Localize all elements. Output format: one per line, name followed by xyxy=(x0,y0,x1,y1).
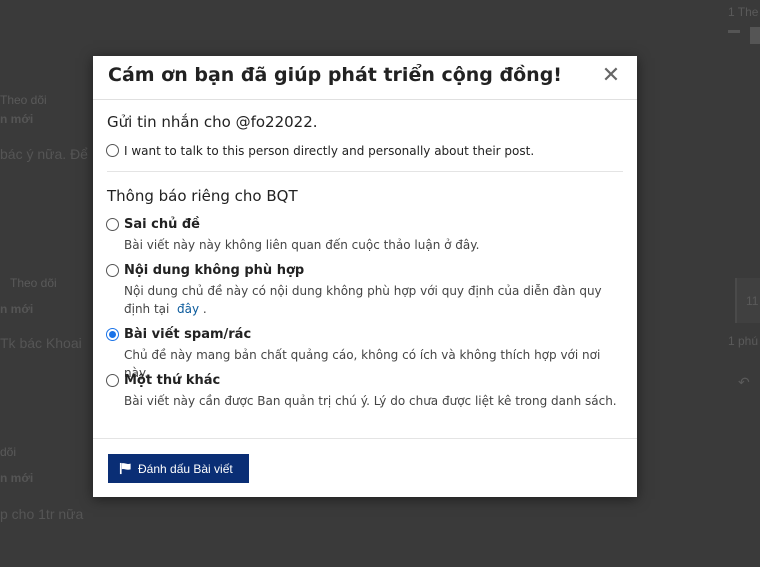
bg-side-text: 1 The xyxy=(728,5,759,19)
option-description: Nội dung chủ đề này có nội dung không ph… xyxy=(124,282,624,318)
option-description: Bài viết này này không liên quan đến cuộ… xyxy=(124,238,480,252)
close-icon[interactable]: ✕ xyxy=(601,65,621,87)
reply-icon: ↶ xyxy=(738,374,750,390)
bg-post-text: bác ý nữa. Để xyxy=(0,146,88,162)
bg-follow-text: Theo dõi xyxy=(10,276,57,290)
footer-divider xyxy=(93,438,637,439)
bg-post-text: Tk bác Khoai xyxy=(0,335,82,351)
staff-section-title: Thông báo riêng cho BQT xyxy=(107,187,298,205)
option-description-suffix: . xyxy=(202,302,207,316)
bg-post-text: p cho 1tr nữa xyxy=(0,506,84,522)
bg-new-text: n mới xyxy=(0,302,34,316)
dialog-title: Cám ơn bạn đã giúp phát triển cộng đồng! xyxy=(108,64,562,86)
flag-dialog: Cám ơn bạn đã giúp phát triển cộng đồng!… xyxy=(93,56,637,497)
bg-side-bar xyxy=(728,30,740,33)
option-label: Sai chủ đề xyxy=(124,217,200,232)
radio-button[interactable] xyxy=(106,264,119,277)
bg-side-box xyxy=(750,27,760,44)
flag-button-label: Đánh dấu Bài viết xyxy=(138,461,233,476)
option-label: Một thứ khác xyxy=(124,373,221,388)
bg-side-text: 1 phú xyxy=(728,334,759,348)
radio-button[interactable] xyxy=(106,218,119,231)
option-label: Nội dung không phù hợp xyxy=(124,263,305,278)
radio-button[interactable] xyxy=(106,374,119,387)
flag-post-button[interactable]: Đánh dấu Bài viết xyxy=(108,454,249,483)
bg-new-text: n mới xyxy=(0,471,34,485)
bg-new-text: n mới xyxy=(0,112,34,126)
bg-follow-text: Theo dõi xyxy=(0,93,47,107)
option-label: Bài viết spam/rác xyxy=(124,327,252,342)
message-section-title: Gửi tin nhắn cho @fo22022. xyxy=(107,113,318,131)
flag-icon xyxy=(119,462,131,475)
bg-follow-text: dõi xyxy=(0,445,17,459)
radio-button-checked[interactable] xyxy=(106,328,119,341)
rules-link[interactable]: đây xyxy=(177,302,199,316)
radio-button[interactable] xyxy=(106,144,119,157)
bg-side-count: 11 xyxy=(746,294,759,308)
section-divider xyxy=(107,171,623,172)
option-description: Bài viết này cần được Ban quản trị chú ý… xyxy=(124,394,617,408)
dialog-header: Cám ơn bạn đã giúp phát triển cộng đồng!… xyxy=(93,56,637,100)
option-label: I want to talk to this person directly a… xyxy=(124,144,535,158)
